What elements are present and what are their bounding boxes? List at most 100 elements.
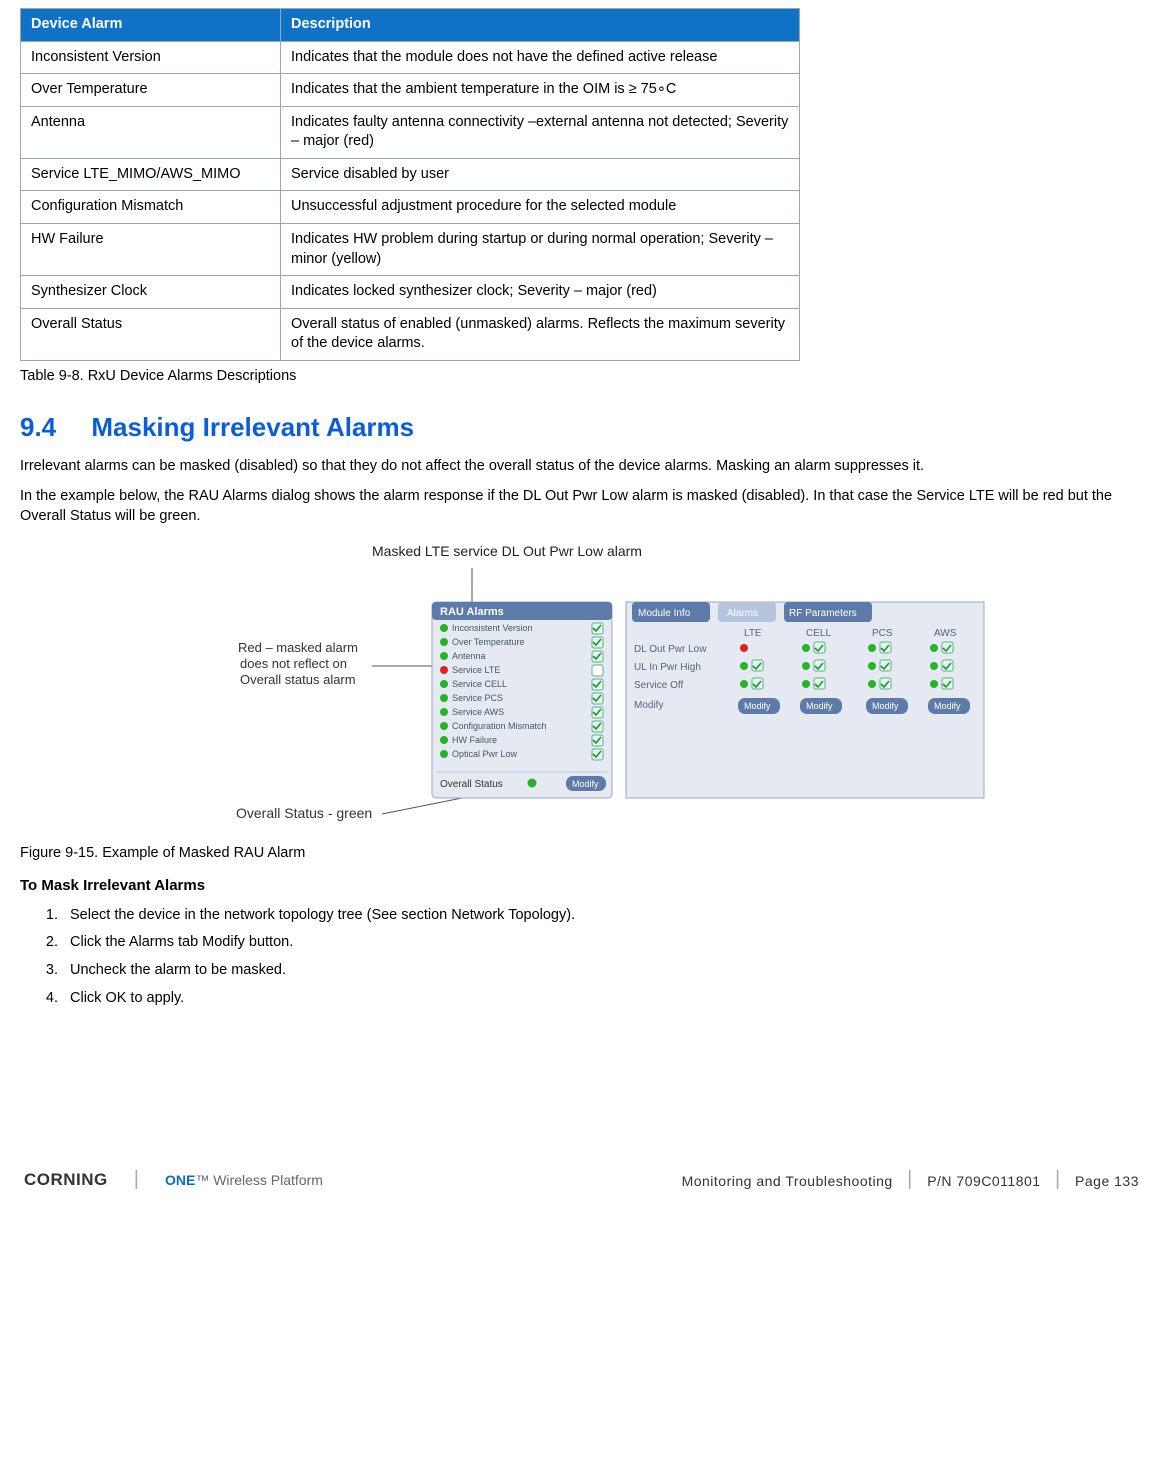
footer-chapter: Monitoring and Troubleshooting bbox=[682, 1173, 893, 1189]
cell-description: Indicates that the ambient temperature i… bbox=[281, 74, 800, 107]
status-dot bbox=[440, 680, 448, 688]
rau-alarms-dialog: RAU Alarms Inconsistent Version Over Temp… bbox=[432, 602, 612, 798]
status-dot bbox=[440, 694, 448, 702]
cell-device-alarm: Service LTE_MIMO/AWS_MIMO bbox=[21, 158, 281, 191]
grid-checkbox[interactable] bbox=[942, 678, 953, 689]
status-dot bbox=[440, 652, 448, 660]
status-dot bbox=[440, 666, 448, 674]
grid-status-dot bbox=[740, 680, 748, 688]
table-row: AntennaIndicates faulty antenna connecti… bbox=[21, 106, 800, 158]
grid-modify-label: Modify bbox=[806, 701, 833, 711]
figure-label-left-2: does not reflect on bbox=[240, 656, 347, 671]
alarm-item-label: Configuration Mismatch bbox=[452, 721, 547, 731]
alarm-item-label: HW Failure bbox=[452, 735, 497, 745]
row-ul-in-pwr-high: UL In Pwr High bbox=[634, 662, 701, 673]
tab-alarms[interactable]: Alarms bbox=[727, 608, 758, 619]
cell-device-alarm: Inconsistent Version bbox=[21, 41, 281, 74]
alarm-item-label: Service LTE bbox=[452, 665, 500, 675]
alarm-item-label: Inconsistent Version bbox=[452, 623, 533, 633]
subheading: To Mask Irrelevant Alarms bbox=[20, 876, 1143, 896]
grid-checkbox[interactable] bbox=[814, 678, 825, 689]
table-row: HW FailureIndicates HW problem during st… bbox=[21, 223, 800, 275]
paragraph: Irrelevant alarms can be masked (disable… bbox=[20, 457, 1143, 477]
tab-module-info[interactable]: Module Info bbox=[638, 608, 691, 619]
cell-description: Unsuccessful adjustment procedure for th… bbox=[281, 191, 800, 224]
col-cell: CELL bbox=[806, 628, 831, 639]
grid-checkbox[interactable] bbox=[942, 660, 953, 671]
cell-device-alarm: Over Temperature bbox=[21, 74, 281, 107]
grid-checkbox[interactable] bbox=[814, 642, 825, 653]
grid-status-dot bbox=[802, 662, 810, 670]
table-caption: Table 9-8. RxU Device Alarms Description… bbox=[20, 367, 1153, 387]
section-number: 9.4 bbox=[20, 412, 56, 442]
alarm-item-label: Service CELL bbox=[452, 679, 507, 689]
table-row: Configuration MismatchUnsuccessful adjus… bbox=[21, 191, 800, 224]
grid-status-dot bbox=[868, 680, 876, 688]
grid-checkbox[interactable] bbox=[752, 660, 763, 671]
grid-modify-label: Modify bbox=[744, 701, 771, 711]
cell-device-alarm: Synthesizer Clock bbox=[21, 276, 281, 309]
brand-corning: CORNING bbox=[24, 1169, 108, 1192]
grid-modify-label: Modify bbox=[872, 701, 899, 711]
status-dot bbox=[440, 722, 448, 730]
footer-page: Page 133 bbox=[1075, 1173, 1139, 1189]
table-row: Synthesizer ClockIndicates locked synthe… bbox=[21, 276, 800, 309]
cell-description: Indicates locked synthesizer clock; Seve… bbox=[281, 276, 800, 309]
alarm-item-label: Antenna bbox=[452, 651, 486, 661]
grid-checkbox[interactable] bbox=[880, 660, 891, 671]
instruction-step: Uncheck the alarm to be masked. bbox=[62, 961, 1153, 981]
figure-label-left-1: Red – masked alarm bbox=[238, 640, 358, 655]
section-heading: 9.4 Masking Irrelevant Alarms bbox=[20, 410, 1153, 445]
instruction-list: Select the device in the network topolog… bbox=[62, 906, 1153, 1008]
cell-description: Indicates that the module does not have … bbox=[281, 41, 800, 74]
page-footer: CORNING | ONE™ Wireless Platform Monitor… bbox=[10, 1158, 1153, 1194]
dialog-title: RAU Alarms bbox=[440, 606, 504, 618]
grid-status-dot bbox=[868, 644, 876, 652]
cell-device-alarm: Antenna bbox=[21, 106, 281, 158]
tab-rf-parameters[interactable]: RF Parameters bbox=[789, 608, 857, 619]
cell-description: Indicates faulty antenna connectivity –e… bbox=[281, 106, 800, 158]
table-row: Service LTE_MIMO/AWS_MIMOService disable… bbox=[21, 158, 800, 191]
grid-status-dot bbox=[802, 644, 810, 652]
figure-label-top-line1: Masked LTE service DL Out Pwr Low alarm bbox=[372, 543, 642, 559]
brand-one-wireless: ONE™ Wireless Platform bbox=[165, 1171, 323, 1190]
row-dl-out-pwr-low: DL Out Pwr Low bbox=[634, 644, 707, 655]
grid-checkbox[interactable] bbox=[814, 660, 825, 671]
instruction-step: Click the Alarms tab Modify button. bbox=[62, 933, 1153, 953]
device-alarm-table: Device Alarm Description Inconsistent Ve… bbox=[20, 8, 800, 361]
row-service-off: Service Off bbox=[634, 680, 683, 691]
col-aws: AWS bbox=[934, 628, 957, 639]
alarm-item-label: Over Temperature bbox=[452, 637, 524, 647]
grid-checkbox[interactable] bbox=[880, 678, 891, 689]
alarm-mask-checkbox[interactable] bbox=[592, 665, 603, 676]
status-dot bbox=[440, 750, 448, 758]
section-title: Masking Irrelevant Alarms bbox=[91, 412, 414, 442]
cell-description: Overall status of enabled (unmasked) ala… bbox=[281, 308, 800, 360]
grid-status-dot bbox=[740, 644, 748, 652]
grid-checkbox[interactable] bbox=[880, 642, 891, 653]
modify-button-label: Modify bbox=[572, 779, 599, 789]
overall-status-dot bbox=[527, 779, 536, 788]
grid-status-dot bbox=[740, 662, 748, 670]
alarm-item-label: Optical Pwr Low bbox=[452, 749, 518, 759]
table-row: Over TemperatureIndicates that the ambie… bbox=[21, 74, 800, 107]
grid-status-dot bbox=[930, 662, 938, 670]
table-row: Inconsistent VersionIndicates that the m… bbox=[21, 41, 800, 74]
instruction-step: Click OK to apply. bbox=[62, 989, 1153, 1009]
cell-device-alarm: HW Failure bbox=[21, 223, 281, 275]
status-dot bbox=[440, 638, 448, 646]
module-panel: Module Info Alarms RF Parameters DL Out … bbox=[626, 602, 984, 798]
instruction-step: Select the device in the network topolog… bbox=[62, 906, 1153, 926]
th-description: Description bbox=[281, 9, 800, 42]
overall-status-label: Overall Status bbox=[440, 779, 503, 790]
footer-pn: P/N 709C011801 bbox=[927, 1173, 1040, 1189]
grid-checkbox[interactable] bbox=[942, 642, 953, 653]
grid-checkbox[interactable] bbox=[752, 678, 763, 689]
status-dot bbox=[440, 736, 448, 744]
alarm-item-label: Service PCS bbox=[452, 693, 503, 703]
cell-description: Service disabled by user bbox=[281, 158, 800, 191]
figure-label-left-3: Overall status alarm bbox=[240, 672, 356, 687]
cell-device-alarm: Overall Status bbox=[21, 308, 281, 360]
figure-label-bottom: Overall Status - green bbox=[236, 805, 372, 821]
alarm-item-label: Service AWS bbox=[452, 707, 504, 717]
